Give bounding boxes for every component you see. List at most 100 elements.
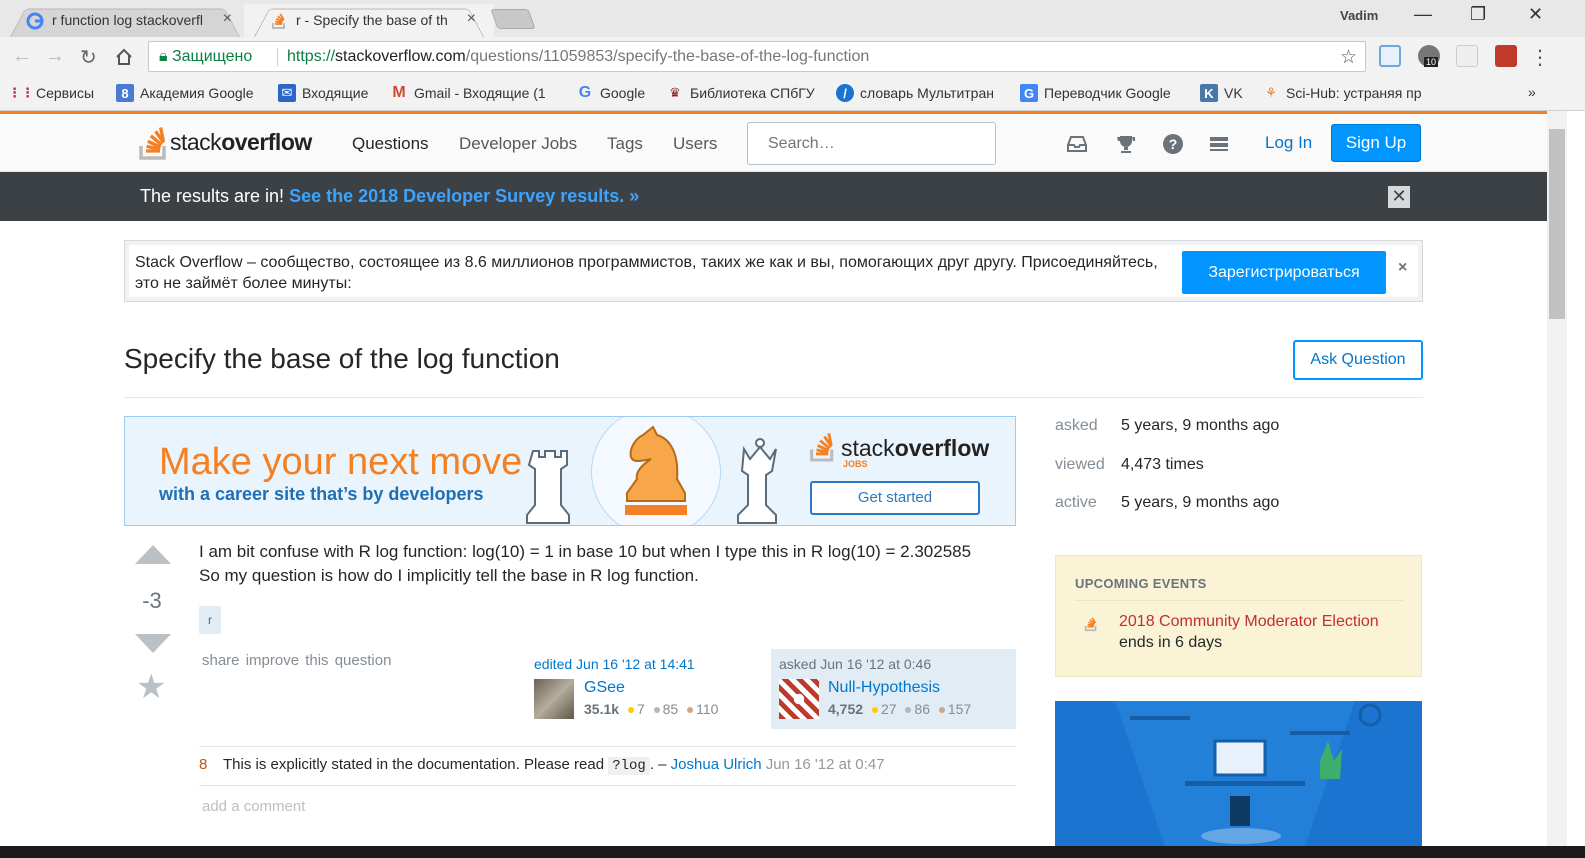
favorite-star-icon[interactable]: ★ xyxy=(136,670,166,704)
close-window-icon[interactable]: ✕ xyxy=(1528,4,1543,25)
event-link[interactable]: 2018 Community Moderator Election xyxy=(1119,613,1379,631)
docs-extension-icon[interactable] xyxy=(1379,45,1401,67)
comment-timestamp[interactable]: Jun 16 '12 at 0:47 xyxy=(762,756,885,773)
inbox-icon: ✉︎ xyxy=(278,84,296,102)
comment-code: ?log xyxy=(608,757,650,775)
restore-icon[interactable]: ❐ xyxy=(1470,4,1486,25)
jobs-advertisement[interactable]: Make your next move with a career site t… xyxy=(124,416,1016,526)
question-title[interactable]: Specify the base of the log function xyxy=(124,343,560,375)
pdf-extension-icon[interactable] xyxy=(1456,45,1478,67)
nav-tags[interactable]: Tags xyxy=(607,134,643,154)
bookmark-multitran[interactable]: / словарь Мультитран xyxy=(836,84,994,102)
bronze-badge-icon xyxy=(938,707,945,713)
asked-value: 5 years, 9 months ago xyxy=(1121,417,1280,434)
queen-icon xyxy=(737,438,777,524)
search-input[interactable] xyxy=(747,122,996,165)
profile-name[interactable]: Vadim xyxy=(1340,8,1378,23)
url-text[interactable]: https://stackoverflow.com/questions/1105… xyxy=(287,48,869,66)
inbox-icon[interactable] xyxy=(1066,133,1088,155)
tab-close-icon[interactable]: × xyxy=(467,10,476,28)
asker-name[interactable]: Null-Hypothesis xyxy=(828,679,940,697)
bookmark-translate[interactable]: G Переводчик Google xyxy=(1020,84,1171,102)
upcoming-events-panel: UPCOMING EVENTS 2018 Community Moderator… xyxy=(1055,555,1422,677)
tab-title: r function log stackoverfl xyxy=(52,12,203,28)
nav-questions[interactable]: Questions xyxy=(352,134,429,154)
add-comment-link[interactable]: add a comment xyxy=(202,798,305,815)
divider xyxy=(1075,600,1404,601)
reload-icon[interactable]: ↻ xyxy=(80,45,97,70)
bookmark-scholar[interactable]: 8 Академия Google xyxy=(116,84,254,102)
post-menu[interactable]: share improve this question xyxy=(202,652,391,669)
asker-card: asked Jun 16 '12 at 0:46 Null-Hypothesis… xyxy=(771,649,1016,729)
mendeley-extension-icon[interactable] xyxy=(1495,45,1517,67)
bookmark-label: Sci-Hub: устраняя пр xyxy=(1286,85,1422,101)
tab-close-icon[interactable]: × xyxy=(223,10,232,28)
silver-badge-icon xyxy=(905,707,912,713)
new-tab-button[interactable] xyxy=(490,9,536,29)
survey-text: The results are in! See the 2018 Develop… xyxy=(140,186,640,206)
stackoverflow-logo-icon xyxy=(139,127,166,160)
log-in-link[interactable]: Log In xyxy=(1265,133,1312,153)
help-icon[interactable]: ? xyxy=(1162,133,1184,155)
gold-badge-icon xyxy=(627,707,634,713)
url-scheme: https:// xyxy=(287,48,336,65)
bookmark-star-icon[interactable]: ☆ xyxy=(1340,46,1357,69)
editor-reputation: 35.1k 7 85 110 xyxy=(584,701,719,717)
office-illustration xyxy=(1055,701,1422,846)
svg-text:?: ? xyxy=(1169,136,1178,152)
sign-up-button[interactable]: Sign Up xyxy=(1331,124,1421,162)
ad-subline: with a career site that’s by developers xyxy=(159,484,484,504)
bookmark-apps[interactable]: ⋮⋮ Сервисы xyxy=(8,84,94,102)
nav-developer-jobs[interactable]: Developer Jobs xyxy=(459,134,577,154)
scrollbar-thumb[interactable] xyxy=(1549,129,1565,319)
back-icon[interactable]: ← xyxy=(12,45,32,68)
nav-users[interactable]: Users xyxy=(673,134,717,154)
bookmark-library[interactable]: ♛ Библиотека СПбГУ xyxy=(666,84,815,102)
asker-reputation: 4,752 27 86 157 xyxy=(828,701,972,717)
sidebar-advertisement[interactable] xyxy=(1055,701,1422,846)
bookmarks-overflow-icon[interactable]: » xyxy=(1528,84,1536,100)
divider xyxy=(124,397,1423,398)
avatar[interactable] xyxy=(534,679,574,719)
minimize-icon[interactable]: — xyxy=(1414,4,1432,25)
achievements-icon[interactable] xyxy=(1115,133,1137,155)
address-bar[interactable]: 🔒︎ Защищено https://stackoverflow.com/qu… xyxy=(148,41,1366,72)
bookmark-vk[interactable]: K VK xyxy=(1200,84,1243,102)
ask-question-button[interactable]: Ask Question xyxy=(1293,340,1423,380)
taskbar-edge xyxy=(0,846,1585,858)
url-path: /questions/11059853/specify-the-base-of-… xyxy=(465,48,870,65)
active-value[interactable]: 5 years, 9 months ago xyxy=(1121,494,1279,512)
site-logo[interactable]: stackoverflow xyxy=(138,122,312,162)
bookmark-scihub[interactable]: ⚘ Sci-Hub: устраняя пр xyxy=(1262,84,1432,102)
downvote-arrow-icon[interactable] xyxy=(135,634,171,653)
extension-icon[interactable]: 10 xyxy=(1418,45,1440,67)
survey-link[interactable]: See the 2018 Developer Survey results. » xyxy=(289,186,639,206)
upvote-arrow-icon[interactable] xyxy=(135,545,171,564)
bookmark-inbox[interactable]: ✉︎ Входящие xyxy=(278,84,368,102)
rook-icon xyxy=(526,450,570,524)
close-icon[interactable]: ✕ xyxy=(1388,186,1410,208)
page-scrollbar[interactable] xyxy=(1547,111,1567,846)
browser-tab-google[interactable]: r function log stackoverfl × xyxy=(0,4,250,37)
browser-tab-stackoverflow[interactable]: r - Specify the base of th × xyxy=(244,4,494,37)
lock-icon: 🔒︎ xyxy=(159,48,168,65)
close-icon[interactable]: × xyxy=(1398,259,1407,277)
menu-icon[interactable]: ⋮ xyxy=(1530,45,1550,70)
edited-timestamp[interactable]: edited Jun 16 '12 at 14:41 xyxy=(534,656,695,672)
bookmark-gmail[interactable]: M Gmail - Входящие (1 xyxy=(390,84,545,102)
avatar[interactable] xyxy=(779,679,819,719)
comment-user-link[interactable]: Joshua Ulrich xyxy=(671,756,762,773)
events-heading: UPCOMING EVENTS xyxy=(1075,576,1207,591)
secure-indicator[interactable]: 🔒︎ Защищено xyxy=(159,48,252,66)
extension-badge: 10 xyxy=(1424,57,1439,67)
library-icon: ♛ xyxy=(669,85,681,100)
site-switcher-icon[interactable] xyxy=(1208,133,1230,155)
forward-icon[interactable]: → xyxy=(45,45,65,68)
editor-name[interactable]: GSee xyxy=(584,679,625,697)
get-started-button[interactable]: Get started xyxy=(810,481,980,515)
bookmark-google[interactable]: G Google xyxy=(576,84,645,102)
register-button[interactable]: Зарегистрироваться xyxy=(1182,251,1386,294)
tag-r[interactable]: r xyxy=(199,606,221,634)
home-icon[interactable] xyxy=(114,47,134,67)
active-label: active xyxy=(1055,494,1097,511)
